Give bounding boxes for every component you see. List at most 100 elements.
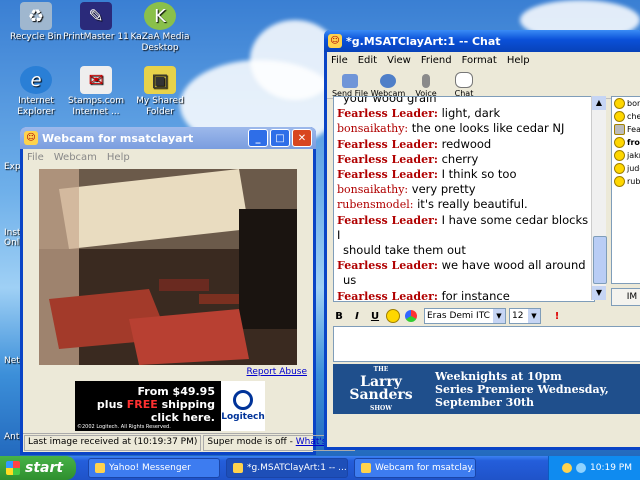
chat-button[interactable]: Chat — [445, 72, 483, 98]
chat-sender: Fearless Leader: — [337, 168, 438, 182]
desktop-icon-label: PrintMaster 11 — [63, 32, 129, 42]
menu-edit[interactable]: Edit — [358, 55, 377, 66]
report-abuse-link[interactable]: Report Abuse — [247, 367, 308, 377]
chat-app-icon: ☺ — [328, 34, 342, 48]
participant-item[interactable]: rube — [612, 175, 640, 188]
chat-message: Fearless Leader: cherry — [337, 152, 591, 167]
desktop-icon-shared-folder[interactable]: ▣ My Shared Folder — [124, 66, 196, 118]
chat-participant-list: bon che Fea frog jakn jude rube — [611, 96, 640, 284]
webcam-app-icon: ☺ — [24, 131, 38, 145]
menu-friend[interactable]: Friend — [421, 55, 452, 66]
menu-help[interactable]: Help — [507, 55, 530, 66]
participant-item[interactable]: frog — [612, 136, 640, 149]
microphone-icon — [422, 74, 430, 88]
menu-help[interactable]: Help — [107, 152, 130, 163]
desktop-icon-label: Internet Explorer — [17, 96, 55, 117]
italic-button[interactable]: I — [349, 308, 365, 324]
participant-item[interactable]: Fea — [612, 123, 640, 136]
chat-text: your wood grain — [343, 96, 437, 105]
participant-item[interactable]: bon — [612, 97, 640, 110]
chevron-down-icon: ▼ — [493, 309, 505, 323]
ad-shipping-pre: plus — [96, 398, 127, 411]
desktop-icon-label: KaZaA Media Desktop — [130, 32, 190, 53]
start-button[interactable]: start — [0, 456, 76, 480]
logitech-eye-icon — [233, 390, 253, 410]
chat-text: it's really beautiful. — [413, 197, 528, 212]
message-input[interactable] — [333, 326, 640, 362]
start-label: start — [25, 460, 64, 476]
menu-file[interactable]: File — [27, 152, 44, 163]
taskbar-item-chat[interactable]: *g.MSATClayArt:1 -- ... — [226, 458, 348, 478]
chat-message: bonsaikathy: the one looks like cedar NJ — [337, 121, 591, 136]
chat-scrollbar[interactable]: ▲ ▼ — [591, 96, 607, 300]
desktop-icon-printmaster[interactable]: ✎ PrintMaster 11 — [60, 2, 132, 43]
shared-folder-icon: ▣ — [144, 66, 176, 94]
buzz-icon[interactable]: ! — [549, 308, 565, 324]
menu-format[interactable]: Format — [462, 55, 497, 66]
ad-show-logo: THE Larry Sanders SHOW — [333, 363, 429, 415]
desktop-icon-kazaa[interactable]: K KaZaA Media Desktop — [124, 2, 196, 54]
participant-name: bon — [627, 99, 640, 108]
minimize-button[interactable]: _ — [248, 129, 268, 147]
font-select[interactable]: Eras Demi ITC ▼ — [424, 308, 506, 324]
send-file-button[interactable]: Send File — [331, 74, 369, 98]
chat-sender: rubensmodel: — [337, 198, 414, 212]
underline-button[interactable]: U — [367, 308, 383, 324]
windows-flag-icon — [6, 461, 20, 475]
yahoo-tray-icon[interactable] — [562, 463, 572, 473]
voice-button[interactable]: Voice — [407, 74, 445, 98]
task-label: Webcam for msatclay... — [375, 463, 476, 473]
participant-item[interactable]: jude — [612, 162, 640, 175]
participant-item[interactable]: jakn — [612, 149, 640, 162]
network-tray-icon[interactable] — [576, 463, 586, 473]
webcam-button[interactable]: Webcam — [369, 74, 407, 98]
color-palette-icon[interactable] — [403, 308, 419, 324]
chat-titlebar[interactable]: ☺ *g.MSATClayArt:1 -- Chat — [324, 30, 640, 52]
chat-icon — [233, 463, 243, 473]
chat-log: your wood grain Fearless Leader: light, … — [333, 96, 595, 302]
chat-text: light, dark — [437, 106, 501, 121]
close-button[interactable]: ✕ — [292, 129, 312, 147]
maximize-button[interactable]: □ — [270, 129, 290, 147]
smiley-icon — [614, 176, 625, 187]
menu-view[interactable]: View — [387, 55, 411, 66]
chat-text: for instance — [437, 288, 510, 302]
chat-text: the one looks like cedar NJ — [408, 121, 565, 136]
desktop-icon-stamps[interactable]: ✉ Stamps.com Internet ... — [60, 66, 132, 118]
chat-message: Fearless Leader: for instance — [337, 288, 591, 302]
chat-message: Fearless Leader: we have wood all around — [337, 258, 591, 273]
taskbar-item-yahoo[interactable]: Yahoo! Messenger — [88, 458, 220, 478]
send-file-icon — [342, 74, 358, 88]
menu-file[interactable]: File — [331, 55, 348, 66]
menu-webcam[interactable]: Webcam — [54, 152, 97, 163]
format-toolbar: B I U Eras Demi ITC ▼ 12 ▼ ! — [331, 306, 640, 326]
taskbar-item-webcam[interactable]: Webcam for msatclay... — [354, 458, 476, 478]
kazaa-icon: K — [144, 2, 176, 30]
taskbar: start Yahoo! Messenger *g.MSATClayArt:1 … — [0, 456, 640, 480]
bold-button[interactable]: B — [331, 308, 347, 324]
emoticon-icon[interactable] — [385, 308, 401, 324]
chat-message: should take them out — [337, 243, 591, 258]
larry-sanders-ad[interactable]: THE Larry Sanders SHOW Weeknights at 10p… — [333, 364, 640, 414]
yahoo-icon — [95, 463, 105, 473]
participant-item[interactable]: che — [612, 110, 640, 123]
webcam-video-frame — [39, 169, 297, 365]
chat-message: bonsaikathy: very pretty — [337, 182, 591, 197]
scroll-thumb[interactable] — [593, 236, 607, 284]
webcam-titlebar[interactable]: ☺ Webcam for msatclayart _ □ ✕ — [20, 127, 316, 149]
ad-copyright: ©2002 Logitech. All Rights Reserved. — [77, 424, 171, 430]
font-size-select[interactable]: 12 ▼ — [509, 308, 541, 324]
scroll-up-icon[interactable]: ▲ — [592, 96, 606, 110]
logitech-ad[interactable]: From $49.95 plus FREE shipping click her… — [75, 381, 265, 431]
ad-line1: Weeknights at 10pm — [435, 369, 562, 383]
ad-click-here: click here. — [150, 411, 215, 424]
ad-shipping: plus FREE shipping — [75, 398, 215, 411]
im-button[interactable]: IM — [611, 288, 640, 306]
scroll-down-icon[interactable]: ▼ — [592, 286, 606, 300]
participant-name: jude — [627, 164, 640, 173]
participant-name: Fea — [627, 125, 640, 134]
status-super-mode-text: Super mode is off - — [207, 437, 296, 447]
desktop-edge-label: Inst Onli — [4, 228, 22, 248]
ad-line2: Series Premiere Wednesday, — [435, 382, 609, 396]
ad-show-suffix: SHOW — [370, 405, 392, 412]
